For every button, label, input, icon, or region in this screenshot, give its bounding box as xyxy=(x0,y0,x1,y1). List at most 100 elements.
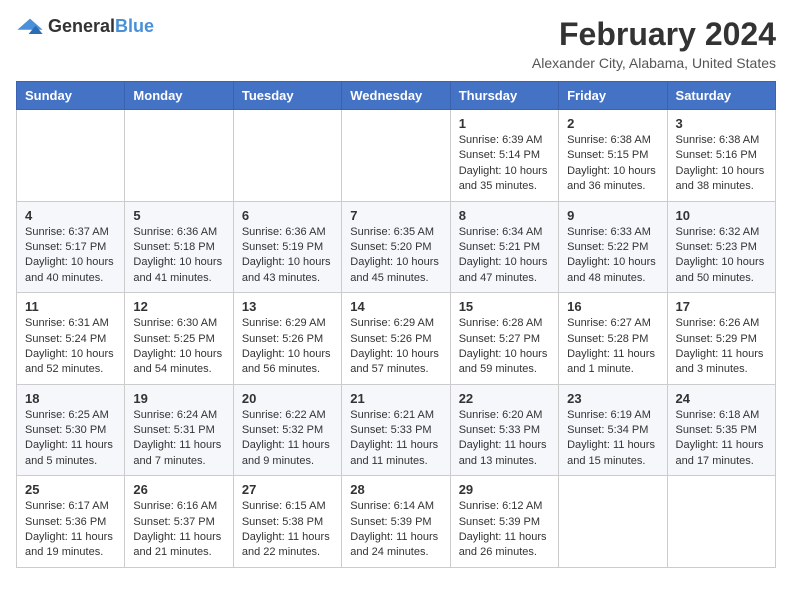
day-number: 9 xyxy=(567,208,658,223)
day-number: 14 xyxy=(350,299,441,314)
logo-text-blue: Blue xyxy=(115,16,154,36)
calendar-cell: 27 Sunrise: 6:15 AM Sunset: 5:38 PM Dayli… xyxy=(233,476,341,568)
day-info: Sunrise: 6:21 AM Sunset: 5:33 PM Dayligh… xyxy=(350,408,441,470)
day-info: Sunrise: 6:24 AM Sunset: 5:31 PM Dayligh… xyxy=(133,408,224,470)
day-number: 8 xyxy=(459,208,550,223)
calendar-cell: 19 Sunrise: 6:24 AM Sunset: 5:31 PM Dayli… xyxy=(125,384,233,476)
day-number: 22 xyxy=(459,391,550,406)
day-info: Sunrise: 6:35 AM Sunset: 5:20 PM Dayligh… xyxy=(350,225,441,287)
day-info: Sunrise: 6:17 AM Sunset: 5:36 PM Dayligh… xyxy=(25,499,116,561)
day-info: Sunrise: 6:38 AM Sunset: 5:16 PM Dayligh… xyxy=(676,133,767,195)
calendar-cell xyxy=(233,110,341,202)
calendar-week-4: 18Sunrise: 6:25 AM Sunset: 5:30 PM Dayli… xyxy=(17,384,776,476)
day-number: 29 xyxy=(459,482,550,497)
calendar-cell: 21 Sunrise: 6:21 AM Sunset: 5:33 PM Dayli… xyxy=(342,384,450,476)
calendar-header-row: Sunday Monday Tuesday Wednesday Thursday… xyxy=(17,82,776,110)
calendar-table: Sunday Monday Tuesday Wednesday Thursday… xyxy=(16,81,776,568)
col-wednesday: Wednesday xyxy=(342,82,450,110)
day-number: 4 xyxy=(25,208,116,223)
day-number: 15 xyxy=(459,299,550,314)
day-info: Sunrise: 6:34 AM Sunset: 5:21 PM Dayligh… xyxy=(459,225,550,287)
calendar-cell: 3 Sunrise: 6:38 AM Sunset: 5:16 PM Daylig… xyxy=(667,110,775,202)
calendar-cell: 22 Sunrise: 6:20 AM Sunset: 5:33 PM Dayli… xyxy=(450,384,558,476)
calendar-cell: 9 Sunrise: 6:33 AM Sunset: 5:22 PM Daylig… xyxy=(559,201,667,293)
day-number: 25 xyxy=(25,482,116,497)
calendar-week-5: 25 Sunrise: 6:17 AM Sunset: 5:36 PM Dayli… xyxy=(17,476,776,568)
calendar-cell: 25 Sunrise: 6:17 AM Sunset: 5:36 PM Dayli… xyxy=(17,476,125,568)
day-info: Sunrise: 6:26 AM Sunset: 5:29 PM Dayligh… xyxy=(676,316,767,378)
day-number: 16 xyxy=(567,299,658,314)
logo-icon xyxy=(16,17,44,37)
day-number: 1 xyxy=(459,116,550,131)
calendar-cell xyxy=(667,476,775,568)
day-number: 24 xyxy=(676,391,767,406)
col-thursday: Thursday xyxy=(450,82,558,110)
logo: GeneralBlue xyxy=(16,16,154,37)
day-info: Sunrise: 6:30 AM Sunset: 5:25 PM Dayligh… xyxy=(133,316,224,378)
calendar-week-3: 11 Sunrise: 6:31 AM Sunset: 5:24 PM Dayli… xyxy=(17,293,776,385)
day-info: Sunrise: 6:37 AM Sunset: 5:17 PM Dayligh… xyxy=(25,225,116,287)
day-number: 17 xyxy=(676,299,767,314)
day-number: 27 xyxy=(242,482,333,497)
calendar-week-2: 4 Sunrise: 6:37 AM Sunset: 5:17 PM Daylig… xyxy=(17,201,776,293)
day-number: 28 xyxy=(350,482,441,497)
calendar-week-1: 1 Sunrise: 6:39 AM Sunset: 5:14 PM Daylig… xyxy=(17,110,776,202)
col-saturday: Saturday xyxy=(667,82,775,110)
calendar-cell: 13 Sunrise: 6:29 AM Sunset: 5:26 PM Dayli… xyxy=(233,293,341,385)
day-number: 21 xyxy=(350,391,441,406)
day-info: Sunrise: 6:25 AM Sunset: 5:30 PM Dayligh… xyxy=(25,408,116,470)
calendar-cell xyxy=(125,110,233,202)
calendar-cell xyxy=(17,110,125,202)
col-sunday: Sunday xyxy=(17,82,125,110)
day-info: Sunrise: 6:20 AM Sunset: 5:33 PM Dayligh… xyxy=(459,408,550,470)
day-info: Sunrise: 6:36 AM Sunset: 5:18 PM Dayligh… xyxy=(133,225,224,287)
day-number: 7 xyxy=(350,208,441,223)
logo-text-general: General xyxy=(48,16,115,36)
day-number: 23 xyxy=(567,391,658,406)
calendar-cell: 23 Sunrise: 6:19 AM Sunset: 5:34 PM Dayli… xyxy=(559,384,667,476)
day-info: Sunrise: 6:12 AM Sunset: 5:39 PM Dayligh… xyxy=(459,499,550,561)
calendar-cell: 15 Sunrise: 6:28 AM Sunset: 5:27 PM Dayli… xyxy=(450,293,558,385)
day-info: Sunrise: 6:15 AM Sunset: 5:38 PM Dayligh… xyxy=(242,499,333,561)
day-info: Sunrise: 6:22 AM Sunset: 5:32 PM Dayligh… xyxy=(242,408,333,470)
day-number: 2 xyxy=(567,116,658,131)
day-info: Sunrise: 6:28 AM Sunset: 5:27 PM Dayligh… xyxy=(459,316,550,378)
day-info: Sunrise: 6:39 AM Sunset: 5:14 PM Dayligh… xyxy=(459,133,550,195)
day-number: 3 xyxy=(676,116,767,131)
day-info: Sunrise: 6:36 AM Sunset: 5:19 PM Dayligh… xyxy=(242,225,333,287)
day-number: 6 xyxy=(242,208,333,223)
day-number: 13 xyxy=(242,299,333,314)
calendar-cell xyxy=(559,476,667,568)
day-info: Sunrise: 6:14 AM Sunset: 5:39 PM Dayligh… xyxy=(350,499,441,561)
main-title: February 2024 xyxy=(532,16,776,53)
day-info: Sunrise: 6:33 AM Sunset: 5:22 PM Dayligh… xyxy=(567,225,658,287)
calendar-cell: 5 Sunrise: 6:36 AM Sunset: 5:18 PM Daylig… xyxy=(125,201,233,293)
day-info: Sunrise: 6:38 AM Sunset: 5:15 PM Dayligh… xyxy=(567,133,658,195)
calendar-cell: 2 Sunrise: 6:38 AM Sunset: 5:15 PM Daylig… xyxy=(559,110,667,202)
subtitle: Alexander City, Alabama, United States xyxy=(532,55,776,71)
calendar-cell: 4 Sunrise: 6:37 AM Sunset: 5:17 PM Daylig… xyxy=(17,201,125,293)
calendar-cell: 11 Sunrise: 6:31 AM Sunset: 5:24 PM Dayli… xyxy=(17,293,125,385)
calendar-cell: 16Sunrise: 6:27 AM Sunset: 5:28 PM Dayli… xyxy=(559,293,667,385)
calendar-cell: 10Sunrise: 6:32 AM Sunset: 5:23 PM Dayli… xyxy=(667,201,775,293)
day-info: Sunrise: 6:31 AM Sunset: 5:24 PM Dayligh… xyxy=(25,316,116,378)
col-friday: Friday xyxy=(559,82,667,110)
day-info: Sunrise: 6:29 AM Sunset: 5:26 PM Dayligh… xyxy=(350,316,441,378)
calendar-cell: 29 Sunrise: 6:12 AM Sunset: 5:39 PM Dayli… xyxy=(450,476,558,568)
calendar-cell: 1 Sunrise: 6:39 AM Sunset: 5:14 PM Daylig… xyxy=(450,110,558,202)
day-number: 19 xyxy=(133,391,224,406)
calendar-cell: 24 Sunrise: 6:18 AM Sunset: 5:35 PM Dayli… xyxy=(667,384,775,476)
day-number: 10 xyxy=(676,208,767,223)
day-number: 12 xyxy=(133,299,224,314)
day-number: 5 xyxy=(133,208,224,223)
day-info: Sunrise: 6:29 AM Sunset: 5:26 PM Dayligh… xyxy=(242,316,333,378)
calendar-cell: 26 Sunrise: 6:16 AM Sunset: 5:37 PM Dayli… xyxy=(125,476,233,568)
day-number: 26 xyxy=(133,482,224,497)
day-info: Sunrise: 6:16 AM Sunset: 5:37 PM Dayligh… xyxy=(133,499,224,561)
title-area: February 2024 Alexander City, Alabama, U… xyxy=(532,16,776,71)
day-info: Sunrise: 6:19 AM Sunset: 5:34 PM Dayligh… xyxy=(567,408,658,470)
day-info: Sunrise: 6:18 AM Sunset: 5:35 PM Dayligh… xyxy=(676,408,767,470)
col-monday: Monday xyxy=(125,82,233,110)
calendar-cell: 14 Sunrise: 6:29 AM Sunset: 5:26 PM Dayli… xyxy=(342,293,450,385)
day-number: 11 xyxy=(25,299,116,314)
